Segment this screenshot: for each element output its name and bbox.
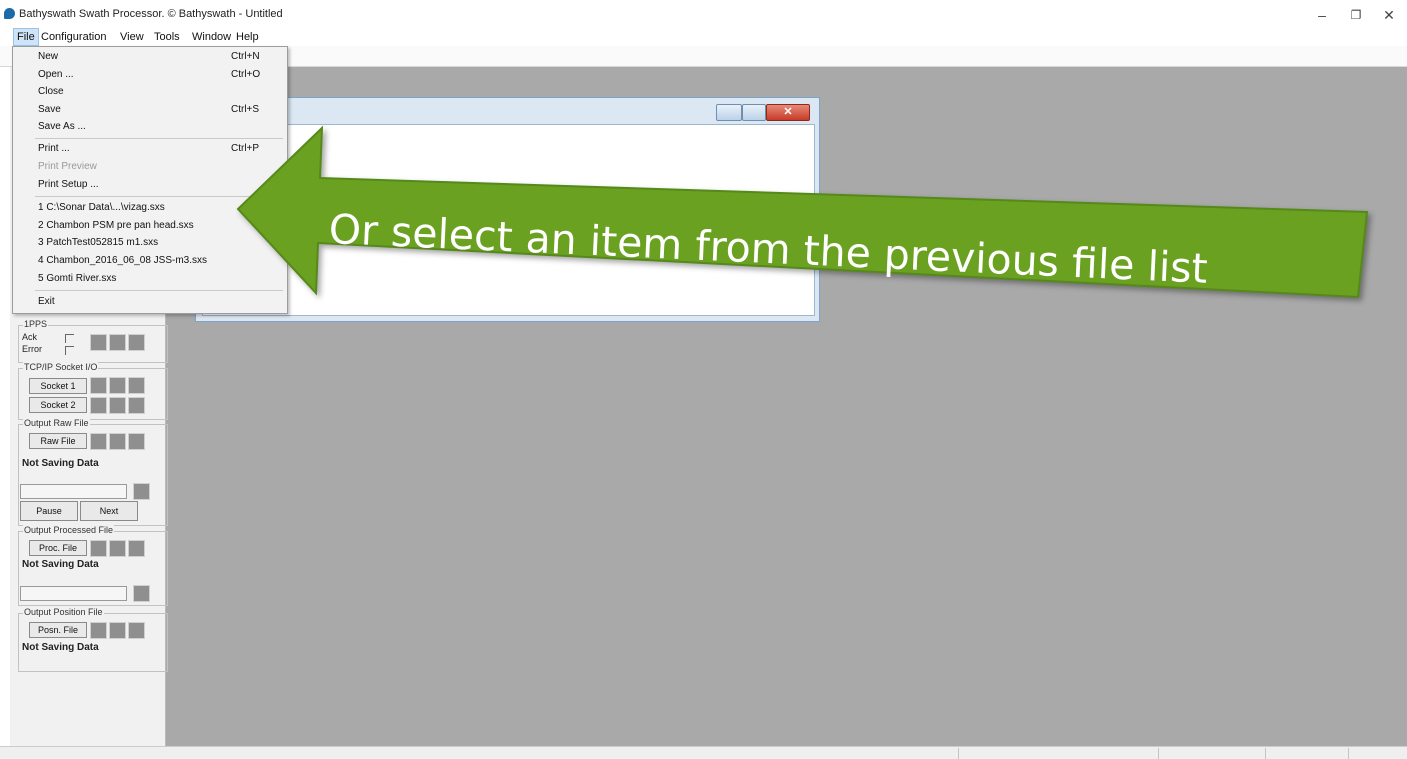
annotation-arrow bbox=[236, 125, 1369, 299]
